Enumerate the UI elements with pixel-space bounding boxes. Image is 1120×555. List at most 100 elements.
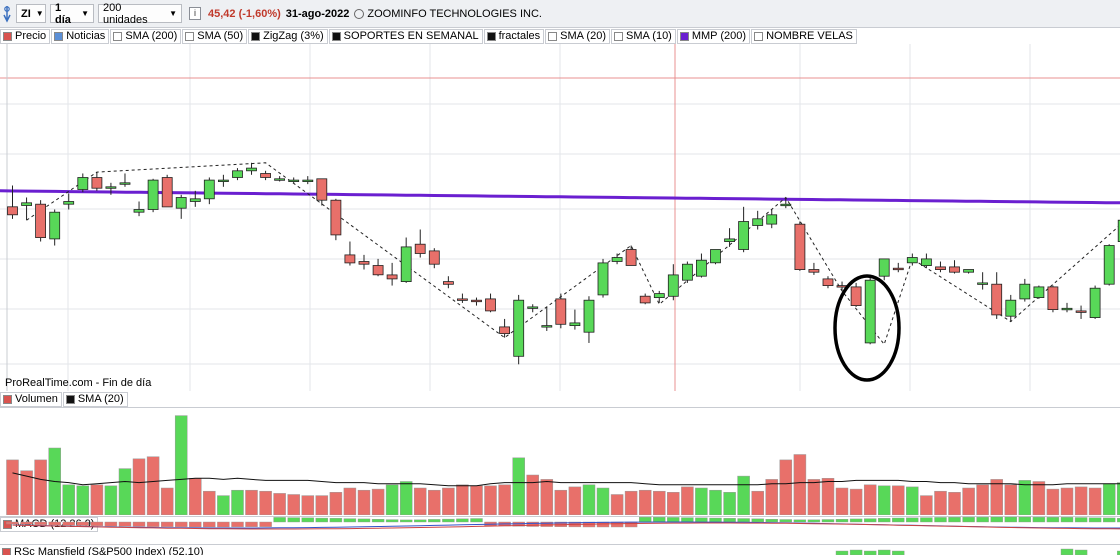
period-selector[interactable]: 1 día ▼ — [50, 4, 94, 23]
units-selector[interactable]: 200 unidades ▼ — [98, 4, 182, 23]
candle-body-42 — [598, 263, 608, 295]
candle-body-20 — [289, 180, 299, 182]
candle-body-61 — [865, 280, 875, 343]
volume-bar-22 — [316, 496, 328, 515]
macd-bar-11 — [161, 522, 173, 527]
legend-chip-noticias[interactable]: Noticias — [51, 29, 109, 44]
macd-bar-73 — [1033, 517, 1045, 522]
volume-bar-53 — [752, 491, 764, 515]
info-icon[interactable]: i — [189, 4, 203, 23]
toolbar: ZI ▼ 1 día ▼ 200 unidades ▼ i 45,42 (-1,… — [0, 0, 1120, 28]
legend-swatch-precio — [3, 32, 12, 41]
legend-chip-soportes[interactable]: SOPORTES EN SEMANAL — [329, 29, 483, 44]
legend-swatch-vol-sma-20 — [66, 395, 75, 404]
candle-body-73 — [1034, 287, 1044, 298]
macd-bar-60 — [850, 519, 862, 522]
volume-bar-27 — [386, 485, 398, 515]
legend-chip-nombre-velas[interactable]: NOMBRE VELAS — [751, 29, 857, 44]
legend-chip-vol-sma-20[interactable]: SMA (20) — [63, 392, 128, 407]
candle-body-4 — [64, 202, 74, 205]
volume-bar-18 — [260, 491, 272, 515]
drawing-tool-icon[interactable] — [2, 4, 14, 23]
volume-bar-40 — [569, 487, 581, 515]
legend-label-soportes: SOPORTES EN SEMANAL — [344, 30, 479, 42]
macd-bar-37 — [527, 522, 539, 527]
volume-bar-54 — [766, 479, 778, 515]
legend-chip-sma-50[interactable]: SMA (50) — [182, 29, 247, 44]
legend-chip-sma-20[interactable]: SMA (20) — [545, 29, 610, 44]
legend-swatch-zigzag — [251, 32, 260, 41]
candle-body-32 — [457, 299, 467, 301]
macd-bar-21 — [302, 518, 314, 522]
volume-bar-23 — [330, 492, 342, 515]
legend-chip-fractales[interactable]: fractales — [484, 29, 545, 44]
candle-body-39 — [556, 299, 566, 324]
candle-body-34 — [486, 299, 496, 311]
candle-body-24 — [345, 255, 355, 263]
macd-bar-6 — [91, 522, 103, 526]
candle-body-53 — [753, 219, 763, 226]
macd-bar-24 — [344, 519, 356, 522]
macd-bar-54 — [766, 519, 778, 522]
macd-bar-17 — [246, 522, 258, 527]
legend-label-fractales: fractales — [499, 30, 541, 42]
volume-bar-7 — [105, 486, 117, 515]
macd-bar-30 — [428, 519, 440, 522]
macd-bar-64 — [906, 518, 918, 522]
candle-body-70 — [992, 284, 1002, 315]
macd-bar-76 — [1075, 518, 1087, 523]
volume-bar-46 — [653, 491, 665, 515]
candle-body-58 — [823, 279, 833, 286]
legend-swatch-sma-10 — [614, 32, 623, 41]
legend-chip-sma-200[interactable]: SMA (200) — [110, 29, 181, 44]
legend-label-sma-200: SMA (200) — [125, 30, 177, 42]
volume-bar-33 — [471, 486, 483, 515]
macd-bar-77 — [1089, 518, 1101, 522]
legend-swatch-sma-200 — [113, 32, 122, 41]
legend-label-sma-10: SMA (10) — [626, 30, 672, 42]
macd-bar-29 — [414, 520, 426, 522]
volume-bar-49 — [695, 488, 707, 515]
candle-body-50 — [711, 250, 721, 263]
volume-chart[interactable] — [0, 407, 1120, 515]
macd-bar-9 — [133, 522, 145, 527]
candle-body-44 — [626, 250, 636, 266]
candle-body-11 — [162, 178, 172, 207]
macd-bar-31 — [442, 519, 454, 522]
chevron-down-icon: ▼ — [169, 9, 177, 18]
volume-bar-29 — [414, 488, 426, 515]
macd-bar-2 — [35, 522, 47, 525]
price-indicator-legend: PrecioNoticias SMA (200) SMA (50)ZigZag (3… — [0, 28, 858, 44]
candle-body-22 — [317, 179, 327, 200]
legend-chip-mmp-200[interactable]: MMP (200) — [677, 29, 750, 44]
legend-chip-sma-10[interactable]: SMA (10) — [611, 29, 676, 44]
rs-bar-4 — [892, 551, 904, 555]
volume-bar-63 — [892, 486, 904, 515]
candle-body-21 — [303, 180, 313, 182]
candle-body-41 — [584, 300, 594, 332]
macd-bar-68 — [963, 517, 975, 522]
macd-bar-33 — [471, 519, 483, 523]
macd-bar-72 — [1019, 517, 1031, 522]
legend-chip-zigzag[interactable]: ZigZag (3%) — [248, 29, 328, 44]
volume-bar-60 — [850, 489, 862, 515]
candle-body-46 — [654, 294, 664, 298]
macd-bar-49 — [695, 518, 707, 522]
legend-chip-precio[interactable]: Precio — [0, 29, 50, 44]
rs-bar-2 — [864, 551, 876, 555]
macd-chart[interactable] — [0, 516, 1120, 544]
macd-bar-51 — [724, 518, 736, 522]
candle-body-63 — [893, 268, 903, 270]
candle-body-74 — [1048, 287, 1058, 310]
price-chart[interactable] — [0, 44, 1120, 391]
candle-body-55 — [781, 204, 791, 206]
candle-body-0 — [8, 207, 18, 215]
volume-bar-44 — [625, 491, 637, 515]
volume-bar-2 — [35, 460, 47, 515]
macd-bar-75 — [1061, 517, 1073, 522]
volume-bar-26 — [372, 489, 384, 515]
legend-chip-volumen[interactable]: Volumen — [0, 392, 62, 407]
price-change: 45,42 (-1,60%) — [208, 8, 281, 20]
volume-bar-4 — [63, 485, 75, 515]
symbol-selector[interactable]: ZI ▼ — [16, 4, 46, 23]
